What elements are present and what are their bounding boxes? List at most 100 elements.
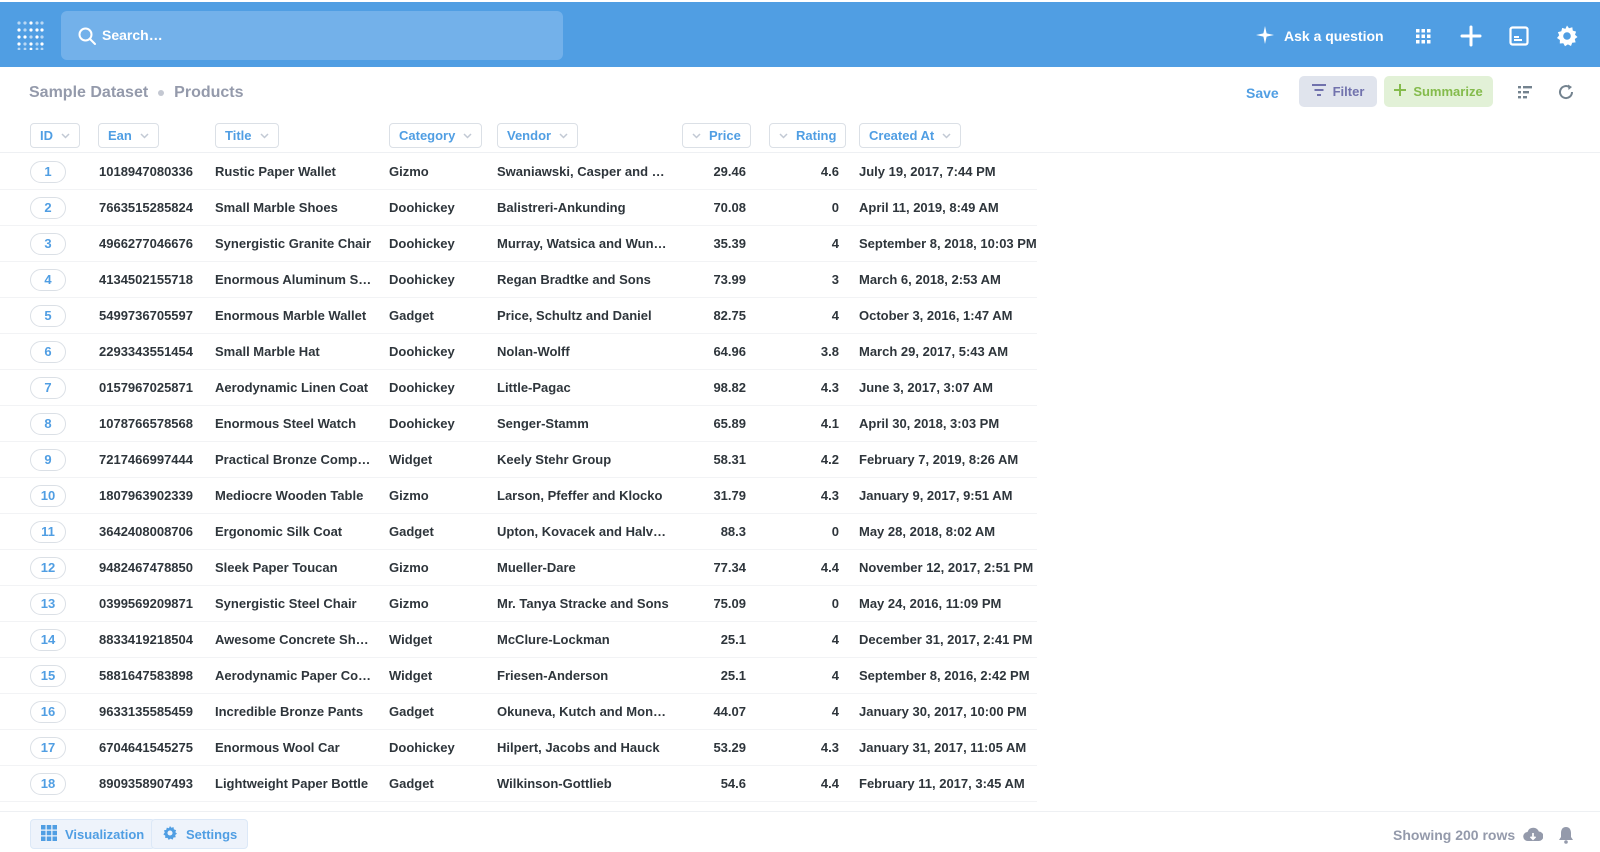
- settings-button[interactable]: Settings: [151, 819, 249, 849]
- row-id-link[interactable]: 17: [30, 737, 66, 759]
- cell-title: Awesome Concrete Shoes: [215, 632, 375, 647]
- cell-rating: 4.3: [820, 740, 839, 755]
- cell-ean: 1018947080336: [99, 164, 193, 179]
- summarize-label: Summarize: [1413, 84, 1483, 99]
- row-id-link[interactable]: 1: [30, 161, 66, 183]
- cell-created-at: January 9, 2017, 9:51 AM: [859, 488, 1013, 503]
- cell-title: Aerodynamic Paper Com…: [215, 668, 375, 683]
- table-row: 12 9482467478850 Sleek Paper Toucan Gizm…: [0, 550, 1037, 586]
- cell-vendor: Keely Stehr Group: [497, 452, 612, 467]
- cell-title: Enormous Marble Wallet: [215, 308, 367, 323]
- cell-rating: 0: [831, 200, 839, 215]
- column-header-price[interactable]: Price: [682, 123, 751, 148]
- cell-rating: 4.3: [820, 488, 839, 503]
- column-header-id[interactable]: ID: [30, 123, 80, 148]
- row-id-link[interactable]: 7: [30, 377, 66, 399]
- cell-vendor: Friesen-Anderson: [497, 668, 609, 683]
- table-row: 8 1078766578568 Enormous Steel Watch Doo…: [0, 406, 1037, 442]
- cell-price: 65.89: [713, 416, 746, 431]
- table-row: 13 0399569209871 Synergistic Steel Chair…: [0, 586, 1037, 622]
- cell-created-at: September 8, 2018, 10:03 PM: [859, 236, 1037, 251]
- save-button[interactable]: Save: [1246, 85, 1279, 101]
- cell-price: 35.39: [713, 236, 746, 251]
- cell-vendor: Mr. Tanya Stracke and Sons: [497, 596, 669, 611]
- bell-icon[interactable]: [1557, 826, 1577, 844]
- column-header-label: Rating: [796, 128, 837, 143]
- list-icon[interactable]: [1516, 83, 1534, 101]
- cell-vendor: Okuneva, Kutch and Mona…: [497, 704, 669, 719]
- cell-title: Enormous Aluminum Shirt: [215, 272, 375, 287]
- row-id-link[interactable]: 11: [30, 521, 66, 543]
- table-row: 10 1807963902339 Mediocre Wooden Table G…: [0, 478, 1037, 514]
- table-row: 2 7663515285824 Small Marble Shoes Doohi…: [0, 190, 1037, 226]
- column-header-vendor[interactable]: Vendor: [497, 123, 579, 148]
- cell-title: Small Marble Shoes: [215, 200, 338, 215]
- cell-title: Rustic Paper Wallet: [215, 164, 336, 179]
- download-icon[interactable]: [1523, 826, 1544, 844]
- breadcrumb-database[interactable]: Sample Dataset: [29, 84, 148, 102]
- logo-icon[interactable]: [16, 20, 44, 50]
- row-id-link[interactable]: 9: [30, 449, 66, 471]
- column-header-rating[interactable]: Rating: [769, 123, 847, 148]
- cell-vendor: Balistreri-Ankunding: [497, 200, 626, 215]
- gear-icon[interactable]: [1555, 24, 1579, 48]
- grid-icon[interactable]: [1411, 24, 1435, 48]
- top-nav: Search… Ask a question: [0, 2, 1600, 67]
- ask-question-label: Ask a question: [1284, 28, 1384, 44]
- footer-bar: Visualization Settings Showing 200 rows: [0, 811, 1600, 852]
- column-header-ean[interactable]: Ean: [98, 123, 159, 148]
- filter-label: Filter: [1332, 84, 1365, 99]
- row-id-link[interactable]: 10: [30, 485, 66, 507]
- row-id-link[interactable]: 4: [30, 269, 66, 291]
- filter-button[interactable]: Filter: [1299, 76, 1377, 107]
- cell-category: Doohickey: [389, 344, 455, 359]
- breadcrumb: Sample Dataset Products: [29, 84, 244, 102]
- table-row: 9 7217466997444 Practical Bronze Compute…: [0, 442, 1037, 478]
- column-header-category[interactable]: Category: [389, 123, 483, 148]
- row-id-link[interactable]: 15: [30, 665, 66, 687]
- cell-created-at: November 12, 2017, 2:51 PM: [859, 560, 1034, 575]
- row-count-label: Showing 200 rows: [1393, 827, 1516, 843]
- row-id-link[interactable]: 18: [30, 773, 66, 795]
- cell-vendor: Hilpert, Jacobs and Hauck: [497, 740, 660, 755]
- cell-ean: 1807963902339: [99, 488, 193, 503]
- cell-ean: 4966277046676: [99, 236, 193, 251]
- column-header-label: ID: [40, 128, 53, 143]
- visualization-button[interactable]: Visualization: [30, 819, 156, 849]
- cell-rating: 4.4: [820, 776, 839, 791]
- plus-icon[interactable]: [1459, 24, 1483, 48]
- column-header-created-at[interactable]: Created At: [859, 123, 962, 148]
- row-id-link[interactable]: 6: [30, 341, 66, 363]
- cell-title: Incredible Bronze Pants: [215, 704, 364, 719]
- row-id-link[interactable]: 8: [30, 413, 66, 435]
- row-id-link[interactable]: 12: [30, 557, 66, 579]
- cell-title: Mediocre Wooden Table: [215, 488, 364, 503]
- column-header-label: Vendor: [507, 128, 552, 143]
- row-id-link[interactable]: 13: [30, 593, 66, 615]
- cell-rating: 4.1: [820, 416, 839, 431]
- cell-rating: 3: [831, 272, 839, 287]
- console-icon[interactable]: [1507, 24, 1531, 48]
- ask-question-button[interactable]: Ask a question: [1256, 24, 1384, 48]
- cell-created-at: January 30, 2017, 10:00 PM: [859, 704, 1027, 719]
- row-id-link[interactable]: 3: [30, 233, 66, 255]
- sparkle-icon: [1256, 25, 1274, 47]
- refresh-icon[interactable]: [1557, 83, 1575, 101]
- breadcrumb-table[interactable]: Products: [174, 84, 243, 102]
- row-id-link[interactable]: 16: [30, 701, 66, 723]
- cell-title: Enormous Wool Car: [215, 740, 340, 755]
- row-id-link[interactable]: 2: [30, 197, 66, 219]
- cell-ean: 8833419218504: [99, 632, 193, 647]
- cell-rating: 4.4: [820, 560, 839, 575]
- search-input[interactable]: Search…: [61, 11, 563, 60]
- cell-rating: 0: [831, 524, 839, 539]
- row-id-link[interactable]: 14: [30, 629, 66, 651]
- cell-vendor: Little-Pagac: [497, 380, 571, 395]
- cell-created-at: February 11, 2017, 3:45 AM: [859, 776, 1025, 791]
- cell-ean: 3642408008706: [99, 524, 193, 539]
- cell-category: Doohickey: [389, 200, 455, 215]
- summarize-button[interactable]: Summarize: [1384, 76, 1493, 107]
- row-id-link[interactable]: 5: [30, 305, 66, 327]
- column-header-title[interactable]: Title: [215, 123, 279, 148]
- chevron-down-icon: [259, 132, 269, 139]
